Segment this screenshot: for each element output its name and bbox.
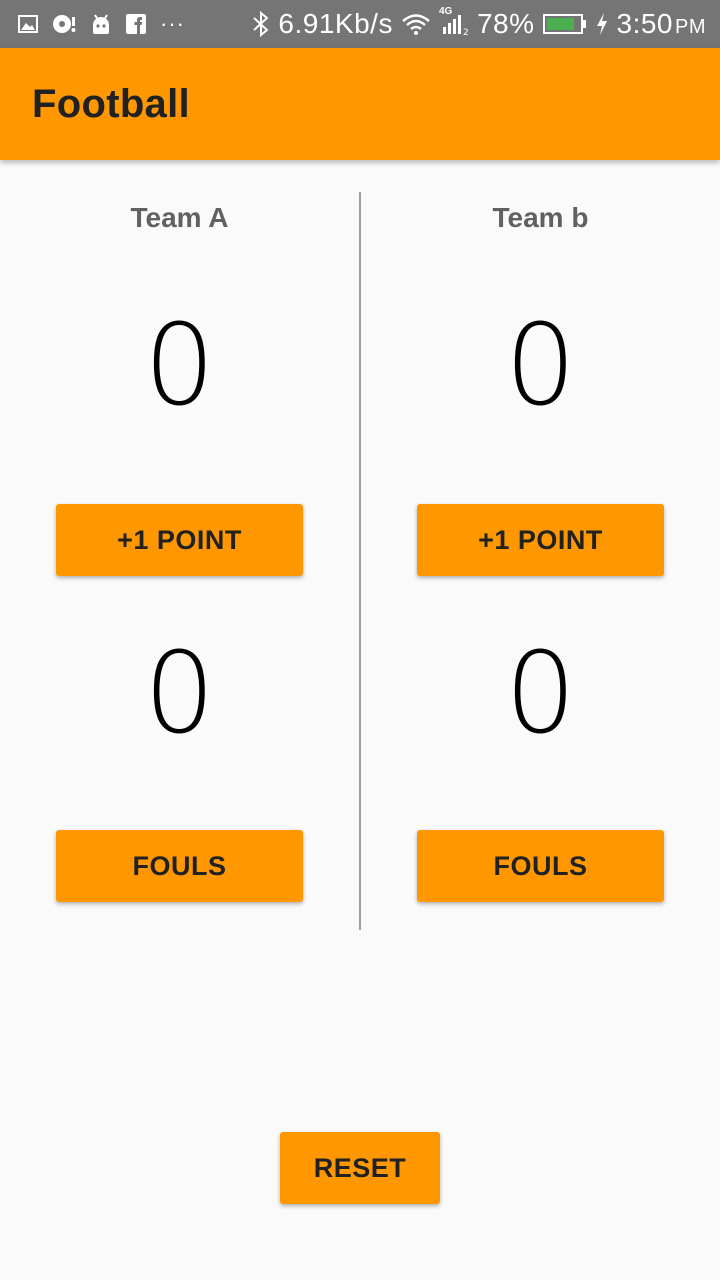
- team-b-column: Team b 0 +1 POINT 0 FOULS: [361, 160, 720, 930]
- network-type-label: 4G: [438, 6, 453, 17]
- team-b-add-point-button[interactable]: +1 POINT: [417, 504, 664, 576]
- team-b-score: 0: [504, 301, 577, 431]
- signal-icon: 4G 2: [439, 6, 469, 36]
- bluetooth-icon: [252, 11, 270, 37]
- more-notifications-icon: ···: [160, 11, 185, 36]
- svg-text:2: 2: [463, 28, 469, 36]
- reset-button[interactable]: RESET: [280, 1132, 440, 1204]
- clock-ampm: PM: [675, 16, 706, 38]
- team-b-fouls-button[interactable]: FOULS: [417, 830, 664, 902]
- status-bar: ··· 6.91Kb/s 4G 2 78% 3:50 PM: [0, 0, 720, 48]
- team-b-name: Team b: [492, 202, 589, 233]
- battery-percent: 78%: [476, 8, 535, 39]
- app-bar: Football: [0, 48, 720, 160]
- team-a-score: 0: [143, 301, 216, 431]
- clock-time: 3:50: [616, 8, 673, 39]
- charging-icon: [595, 12, 609, 36]
- facebook-icon: [126, 14, 146, 34]
- network-speed: 6.91Kb/s: [278, 8, 393, 39]
- music-icon: [52, 13, 76, 35]
- battery-icon: [542, 13, 587, 35]
- team-a-add-point-button[interactable]: +1 POINT: [56, 504, 303, 576]
- team-a-name: Team A: [130, 202, 229, 233]
- android-icon: [90, 13, 112, 35]
- team-a-fouls-count: 0: [143, 629, 216, 759]
- wifi-icon: [401, 13, 431, 35]
- gallery-icon: [18, 15, 38, 33]
- team-a-fouls-button[interactable]: FOULS: [56, 830, 303, 902]
- app-title: Football: [32, 81, 190, 126]
- clock: 3:50 PM: [617, 8, 707, 40]
- team-b-fouls-count: 0: [504, 629, 577, 759]
- team-a-column: Team A 0 +1 POINT 0 FOULS: [0, 160, 359, 930]
